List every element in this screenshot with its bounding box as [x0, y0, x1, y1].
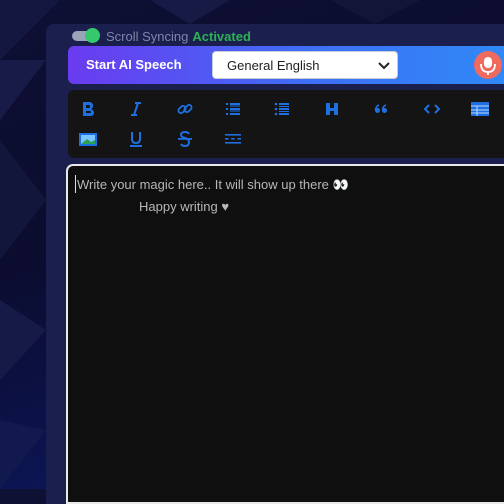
strikethrough-icon[interactable]	[174, 128, 196, 150]
unordered-list-icon[interactable]	[271, 98, 293, 120]
microphone-icon	[480, 57, 496, 75]
image-icon[interactable]	[77, 128, 99, 150]
table-icon[interactable]	[469, 98, 491, 120]
speech-bar: Start AI Speech General English	[68, 46, 504, 84]
language-select[interactable]: General English	[212, 51, 398, 79]
code-icon[interactable]	[421, 98, 443, 120]
heading-icon[interactable]	[321, 98, 343, 120]
toggle-knob	[85, 28, 100, 43]
editor-placeholder-line2: Happy writing ♥	[139, 199, 230, 214]
scroll-sync-status: Activated	[192, 28, 251, 44]
scroll-sync-toggle[interactable]	[72, 28, 100, 43]
ordered-list-icon[interactable]	[222, 98, 244, 120]
link-icon[interactable]	[174, 98, 196, 120]
start-speech-button[interactable]: Start AI Speech	[86, 57, 182, 72]
scroll-sync-row: Scroll Syncing Activated	[72, 28, 251, 44]
language-value: General English	[227, 57, 320, 73]
chevron-down-icon	[378, 62, 390, 70]
italic-icon[interactable]	[125, 98, 147, 120]
text-caret	[75, 175, 76, 193]
scroll-sync-label: Scroll Syncing	[106, 28, 189, 44]
quote-icon[interactable]	[370, 98, 392, 120]
bold-icon[interactable]	[77, 98, 99, 120]
microphone-button[interactable]	[474, 51, 502, 79]
horizontal-rule-icon[interactable]	[222, 128, 244, 150]
markdown-editor[interactable]: Write your magic here.. It will show up …	[66, 164, 504, 504]
formatting-toolbar	[68, 90, 504, 158]
editor-placeholder-line1: Write your magic here.. It will show up …	[77, 177, 349, 192]
underline-icon[interactable]	[125, 128, 147, 150]
